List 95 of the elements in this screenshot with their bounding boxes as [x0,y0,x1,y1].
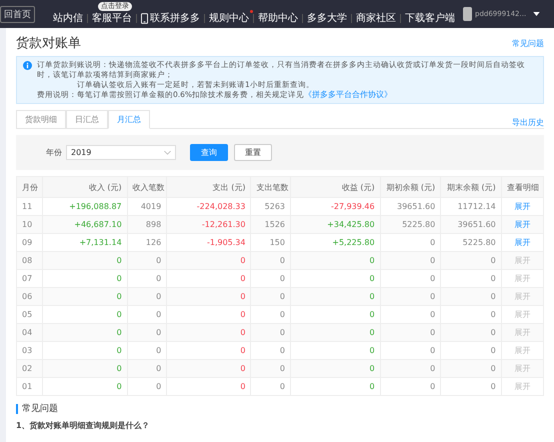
year-select[interactable]: 2019 [66,145,176,160]
table-cell: 0 [42,288,128,306]
table-cell: 0 [42,324,128,342]
table-cell: 39651.60 [440,216,502,234]
nav-link[interactable]: 多多大学 [307,11,347,25]
table-cell: 08 [16,252,43,270]
agreement-link[interactable]: 《拼多多平台合作协议》 [304,90,392,99]
nav-link[interactable]: 商家社区 [356,11,396,25]
table-cell: -12,261.30 [166,216,251,234]
page-title: 货款对账单 [16,35,81,52]
table-cell: 0 [440,378,502,396]
table-cell: 10 [16,216,43,234]
table-cell: 0 [42,378,128,396]
tab[interactable]: 日汇总 [66,110,108,128]
table-cell: 0 [380,360,441,378]
nav-link[interactable]: 下载客户端 [405,11,455,25]
table-cell: 0 [166,360,251,378]
expand-link[interactable]: 展开 [514,328,530,337]
table-cell: +34,425.80 [290,216,380,234]
expand-link[interactable]: 展开 [514,292,530,301]
table-cell: 0 [250,288,290,306]
chevron-icon [164,150,171,154]
table-cell: 0 [166,378,251,396]
table-cell: 0 [127,378,167,396]
nav-link[interactable]: 帮助中心 [258,11,298,25]
nav-link[interactable]: 联系拼多多 [141,11,200,25]
table-cell: 5225.80 [380,216,441,234]
table-cell: 0 [440,324,502,342]
expand-link[interactable]: 展开 [514,220,530,229]
table-cell: 0 [290,324,380,342]
expand-link[interactable]: 展开 [514,256,530,265]
table-cell: 0 [42,360,128,378]
table-cell: 0 [127,360,167,378]
table-cell: 0 [290,252,380,270]
table-cell: 0 [380,324,441,342]
column-header: 收入笔数 [127,176,167,198]
expand-link[interactable]: 展开 [514,310,530,319]
table-cell: 0 [290,360,380,378]
column-header: 查看明细 [501,176,544,198]
table-cell: 0 [380,378,441,396]
column-header: 收入 (元) [42,176,128,198]
expand-link[interactable]: 展开 [514,382,530,391]
table-cell: 898 [127,216,167,234]
expand-link[interactable]: 展开 [514,238,530,247]
table-cell: 0 [42,252,128,270]
table-cell: 0 [380,288,441,306]
home-button[interactable]: 回首页 [0,6,35,22]
column-header: 期末余额 (元) [440,176,502,198]
table-cell: 0 [440,252,502,270]
year-label: 年份 [46,147,62,158]
nav-link[interactable]: 规则中心 [209,11,249,25]
table-cell: 0 [380,252,441,270]
info-icon [23,61,32,70]
table-cell: 01 [16,378,43,396]
caret-icon[interactable] [533,12,540,16]
table-cell: 0 [166,324,251,342]
table-cell: 0 [127,324,167,342]
table-cell: 0 [166,288,251,306]
faq-heading: 常见问题 [16,404,544,414]
table-cell: 0 [250,360,290,378]
table-cell: +46,687.10 [42,216,128,234]
table-cell: 0 [290,378,380,396]
tab[interactable]: 货款明细 [16,110,66,128]
faq-question: 1、货款对账单明细查询规则是什么？ [16,420,151,431]
table-cell: 0 [127,252,167,270]
nav-link[interactable]: 站内信 [53,11,83,25]
table-cell: 0 [250,378,290,396]
phone-icon [141,12,148,24]
nav-link[interactable]: 客服平台 [92,11,132,25]
expand-link[interactable]: 展开 [514,274,530,283]
expand-link[interactable]: 展开 [514,364,530,373]
table-cell: 0 [250,324,290,342]
table-cell: 0 [440,360,502,378]
expand-link[interactable]: 展开 [514,346,530,355]
table-cell: 0 [166,252,251,270]
search-button[interactable]: 查询 [190,144,228,161]
table-cell: 0 [290,288,380,306]
table-cell: 0 [250,252,290,270]
table-cell: 0 [440,288,502,306]
expand-link[interactable]: 展开 [514,202,530,211]
avatar-icon [463,7,472,21]
column-header: 支出笔数 [250,176,290,198]
table-cell: 0 [127,288,167,306]
table-cell: 1526 [250,216,290,234]
tab[interactable]: 月汇总 [108,110,150,129]
table-cell: 04 [16,324,43,342]
column-header: 期初余额 (元) [380,176,441,198]
faq-link[interactable]: 常见问题 [512,38,544,48]
table-cell: 02 [16,360,43,378]
column-header: 支出 (元) [166,176,251,198]
reset-button[interactable]: 重置 [234,144,272,161]
column-header: 收益 (元) [290,176,380,198]
table-cell: 06 [16,288,43,306]
export-history-link[interactable]: 导出历史 [512,117,544,128]
column-header: 月份 [16,176,43,198]
